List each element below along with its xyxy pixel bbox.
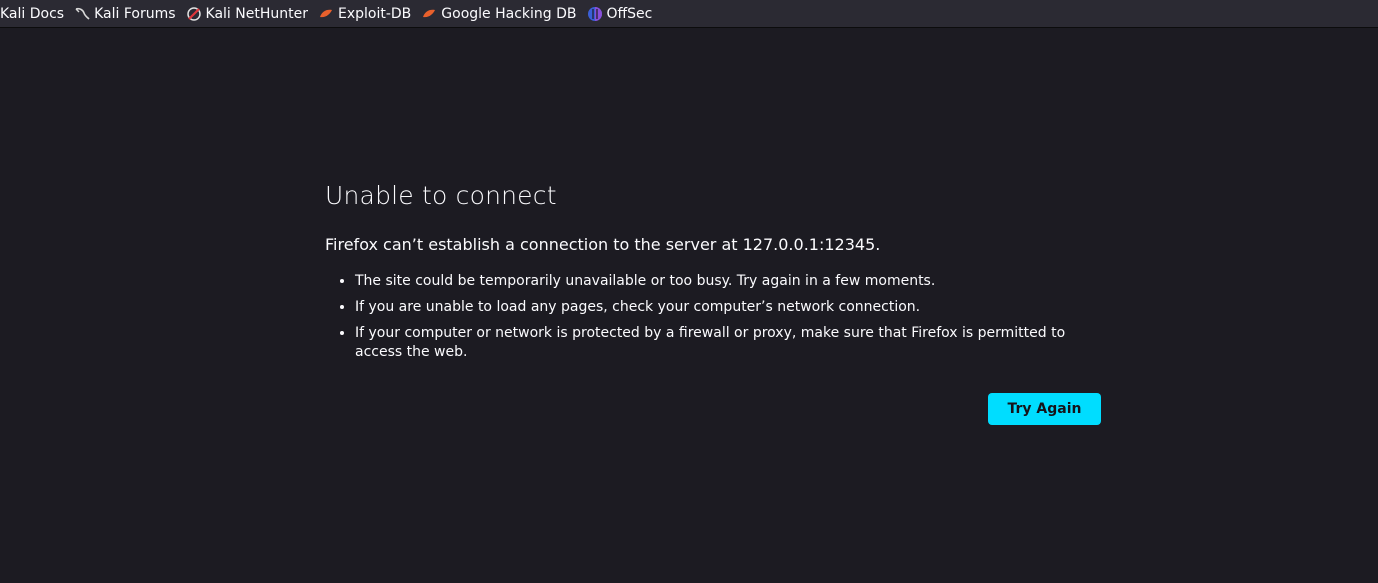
error-suggestions-list: The site could be temporarily unavailabl… bbox=[325, 272, 1101, 362]
kali-dragon-icon bbox=[74, 6, 90, 22]
error-short-description: Firefox can’t establish a connection to … bbox=[325, 235, 881, 254]
nethunter-icon bbox=[186, 6, 202, 22]
button-row: Try Again bbox=[325, 393, 1101, 425]
bookmark-exploit-db[interactable]: Exploit-DB bbox=[318, 2, 411, 26]
bookmark-offsec[interactable]: OffSec bbox=[587, 2, 653, 26]
suggestion-item: If you are unable to load any pages, che… bbox=[355, 298, 1101, 317]
bookmark-google-hacking-db[interactable]: Google Hacking DB bbox=[421, 2, 577, 26]
bookmark-label: Exploit-DB bbox=[337, 5, 412, 22]
bookmark-kali-forums[interactable]: Kali Forums bbox=[74, 2, 176, 26]
bookmark-label: Kali Docs bbox=[0, 5, 65, 22]
error-page-container: Unable to connect Firefox can’t establis… bbox=[325, 178, 1101, 425]
bookmarks-toolbar: Kali Docs Kali Forums Kali NetHunter Exp… bbox=[0, 0, 1378, 28]
suggestion-item: If your computer or network is protected… bbox=[355, 324, 1101, 362]
bookmark-label: Google Hacking DB bbox=[441, 5, 577, 22]
error-title: Unable to connect bbox=[325, 181, 557, 210]
bookmark-kali-nethunter[interactable]: Kali NetHunter bbox=[186, 2, 308, 26]
bookmark-label: Kali Forums bbox=[94, 5, 176, 22]
try-again-button[interactable]: Try Again bbox=[988, 393, 1101, 425]
exploit-db-icon bbox=[421, 6, 437, 22]
bookmark-label: OffSec bbox=[606, 5, 653, 22]
suggestion-item: The site could be temporarily unavailabl… bbox=[355, 272, 1101, 291]
bookmark-label: Kali NetHunter bbox=[205, 5, 308, 22]
exploit-db-icon bbox=[318, 6, 334, 22]
bookmark-kali-docs[interactable]: Kali Docs bbox=[0, 2, 64, 26]
offsec-icon bbox=[587, 6, 603, 22]
